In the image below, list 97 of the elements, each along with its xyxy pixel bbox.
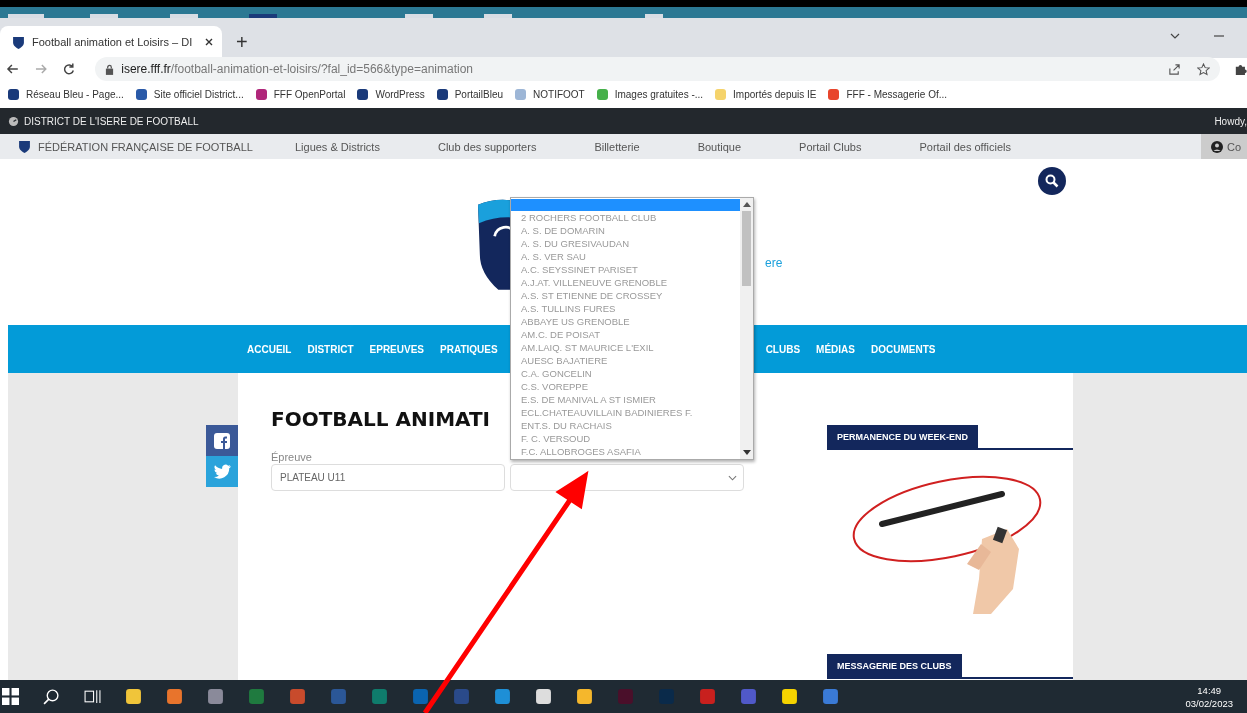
- windows-icon[interactable]: [2, 688, 19, 705]
- top-link[interactable]: Club des supporters: [437, 140, 537, 153]
- dropdown-option[interactable]: ECL.CHATEAUVILLAIN BADINIERES F.: [511, 406, 740, 419]
- bookmark-icon: [357, 88, 369, 100]
- reload-icon[interactable]: [61, 62, 76, 76]
- top-link[interactable]: Boutique: [697, 140, 742, 153]
- chevron-down-icon: [728, 474, 737, 481]
- greeting-text[interactable]: Howdy,: [1214, 115, 1247, 127]
- bookmark-icon: [515, 88, 527, 100]
- bird-icon: [213, 464, 231, 479]
- fff-brand-link[interactable]: FÉDÉRATION FRANÇAISE DE FOOTBALL: [18, 140, 253, 153]
- dropdown-option[interactable]: 2 ROCHERS FOOTBALL CLUB: [511, 211, 740, 224]
- bookmark-icon: [8, 88, 19, 100]
- app-icon[interactable]: [781, 688, 798, 705]
- close-icon[interactable]: [204, 37, 214, 47]
- bookmark-icon: [596, 88, 608, 100]
- browser-tab[interactable]: Football animation et Loisirs – DI: [0, 26, 222, 58]
- bookmark-icon: [828, 88, 840, 100]
- search-icon[interactable]: [43, 688, 60, 705]
- user-icon: [1211, 140, 1223, 153]
- scrollbar-thumb[interactable]: [742, 211, 751, 286]
- competition-select[interactable]: PLATEAU U11: [271, 464, 505, 491]
- back-icon[interactable]: [6, 62, 20, 76]
- bookmark[interactable]: Site officiel District...: [135, 88, 244, 100]
- nav-link[interactable]: DISTRICT: [307, 343, 354, 355]
- twitter-button[interactable]: [206, 456, 238, 487]
- dropdown-option[interactable]: A.S. ST ETIENNE DE CROSSEY: [511, 289, 740, 302]
- app-icon[interactable]: [125, 688, 142, 705]
- dropdown-option[interactable]: A. S. DU GRESIVAUDAN: [511, 237, 740, 250]
- nav-link[interactable]: ACCUEIL: [247, 343, 292, 355]
- new-tab-button[interactable]: +: [236, 32, 248, 52]
- top-link[interactable]: Ligues & Districts: [294, 140, 380, 153]
- top-link[interactable]: Portail des officiels: [919, 140, 1011, 153]
- shield-icon: [18, 140, 31, 153]
- site-title[interactable]: ere: [765, 256, 783, 270]
- bookmark[interactable]: Réseau Bleu - Page...: [8, 88, 124, 100]
- top-link[interactable]: Portail Clubs: [799, 140, 862, 153]
- scroll-down-icon[interactable]: [742, 450, 751, 455]
- bookmark[interactable]: Images gratuites -...: [596, 88, 704, 100]
- nav-link[interactable]: DOCUMENTS: [871, 343, 936, 355]
- clock-time: 14:49: [1197, 683, 1222, 697]
- top-link[interactable]: Billetterie: [594, 140, 640, 153]
- bookmark[interactable]: FFF - Messagerie Of...: [828, 88, 948, 100]
- dropdown-option[interactable]: A. S. VER SAU: [511, 250, 740, 263]
- clock-date: 03/02/2023: [1185, 696, 1233, 710]
- app-icon[interactable]: [535, 688, 552, 705]
- bookmark[interactable]: Importés depuis IE: [715, 88, 817, 100]
- clock[interactable]: 14:49 03/02/2023: [1185, 683, 1233, 710]
- bookmark-icon: [135, 88, 147, 100]
- bookmark-icon: [436, 88, 448, 100]
- bookmark-icon: [715, 88, 727, 100]
- account-button[interactable]: Co: [1201, 134, 1247, 159]
- app-icon[interactable]: [207, 688, 224, 705]
- star-icon[interactable]: [1197, 62, 1211, 76]
- dropdown-option[interactable]: AUESC BAJATIERE: [511, 354, 740, 367]
- bookmark[interactable]: NOTIFOOT: [515, 88, 585, 100]
- search-icon[interactable]: [1038, 167, 1067, 195]
- address-bar[interactable]: isere.fff.fr/football-animation-et-loisirs/?fal_id=566&type=animation: [95, 57, 1221, 81]
- facebook-button[interactable]: [206, 425, 238, 456]
- facebook-icon: [214, 432, 230, 449]
- shield-icon: [12, 35, 25, 49]
- dropdown-option[interactable]: C.A. GONCELIN: [511, 367, 740, 380]
- gauge-icon[interactable]: [8, 115, 19, 127]
- dropdown-option[interactable]: E.S. DE MANIVAL A ST ISMIER: [511, 393, 740, 406]
- app-icon[interactable]: [166, 688, 183, 705]
- section-heading: PERMANENCE DU WEEK-END: [827, 425, 978, 448]
- field-label: Épreuve: [271, 451, 312, 463]
- dropdown-option[interactable]: F.C. ALLOBROGES ASAFIA: [511, 445, 740, 458]
- bookmark[interactable]: FFF OpenPortal: [255, 88, 346, 100]
- task-view-icon[interactable]: [84, 688, 101, 705]
- address-text: isere.fff.fr/football-animation-et-loisirs/?fal_id=566&type=animation: [121, 62, 473, 76]
- nav-link[interactable]: MÉDIAS: [816, 343, 855, 355]
- app-icon[interactable]: [576, 688, 593, 705]
- dropdown-option[interactable]: A.C. SEYSSINET PARISET: [511, 263, 740, 276]
- bookmark-icon: [255, 88, 267, 100]
- dropdown-option[interactable]: C.S. VOREPPE: [511, 380, 740, 393]
- dropdown-option[interactable]: ENT.S. DU RACHAIS: [511, 419, 740, 432]
- scrollbar[interactable]: [740, 198, 753, 459]
- dropdown-option[interactable]: AM.C. DE POISAT: [511, 328, 740, 341]
- site-name-link[interactable]: DISTRICT DE L'ISERE DE FOOTBALL: [24, 115, 199, 127]
- dropdown-option[interactable]: F. C. VERSOUD: [511, 432, 740, 445]
- share-icon[interactable]: [1168, 62, 1182, 76]
- puzzle-icon[interactable]: [1234, 62, 1247, 76]
- scroll-up-icon[interactable]: [742, 202, 751, 207]
- page-title: FOOTBALL ANIMATI: [271, 407, 491, 431]
- nav-link[interactable]: CLUBS: [765, 343, 801, 355]
- bookmark[interactable]: WordPress: [357, 88, 425, 100]
- dropdown-option[interactable]: A. S. DE DOMARIN: [511, 224, 740, 237]
- nav-link[interactable]: PRATIQUES: [440, 343, 498, 355]
- dropdown-option[interactable]: A.J.AT. VILLENEUVE GRENOBLE: [511, 276, 740, 289]
- lock-icon: [105, 63, 115, 75]
- section-heading: MESSAGERIE DES CLUBS: [827, 654, 962, 677]
- dropdown-option[interactable]: AM.LAIQ. ST MAURICE L'EXIL: [511, 341, 740, 354]
- nav-link[interactable]: EPREUVES: [369, 343, 425, 355]
- bookmark[interactable]: PortailBleu: [436, 88, 504, 100]
- dropdown-option[interactable]: ABBAYE US GRENOBLE: [511, 315, 740, 328]
- dropdown-option[interactable]: A.S. TULLINS FURES: [511, 302, 740, 315]
